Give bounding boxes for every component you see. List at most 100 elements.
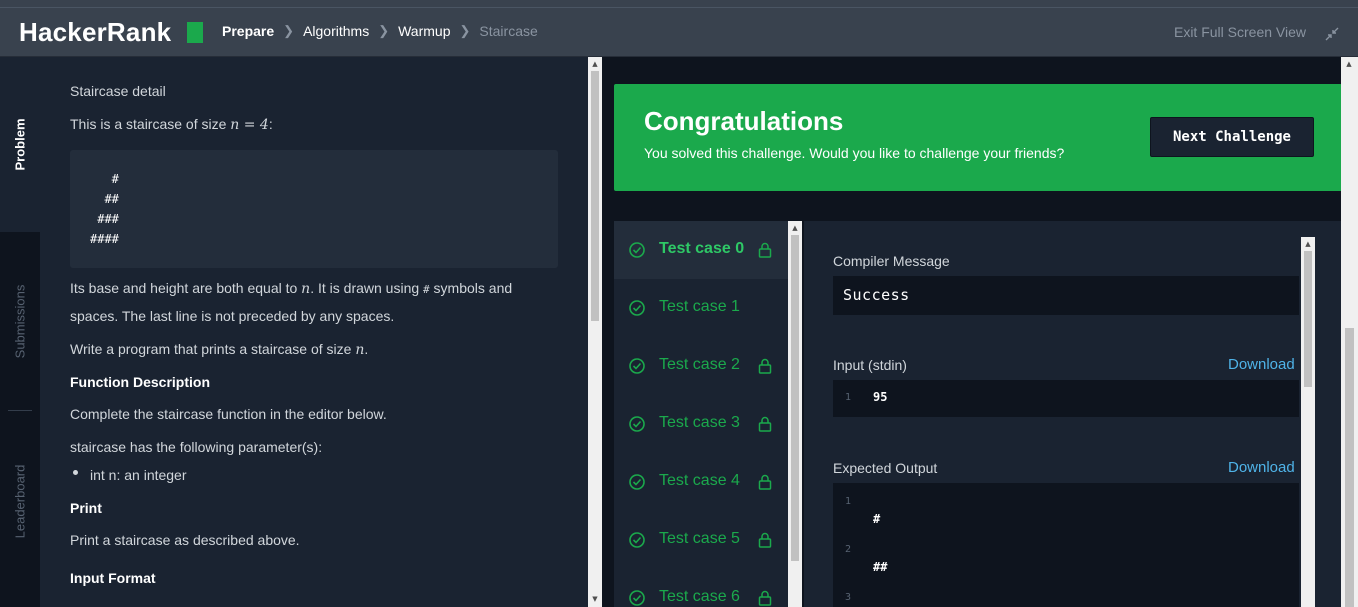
compiler-message-label: Compiler Message <box>833 253 950 269</box>
intro-math: n = 4 <box>230 117 269 133</box>
line-number: 3 <box>844 592 852 603</box>
chevron-right-icon: ❯ <box>283 23 295 38</box>
test-case-label: Test case 0 <box>659 240 745 257</box>
download-expected-link[interactable]: Download <box>1228 459 1295 476</box>
function-text: Complete the staircase function in the e… <box>70 406 387 422</box>
window-top-edge <box>0 0 1358 8</box>
compiler-message-box: Success <box>833 276 1299 315</box>
breadcrumb-algorithms[interactable]: Algorithms <box>303 23 369 39</box>
next-challenge-button[interactable]: Next Challenge <box>1150 117 1314 157</box>
scroll-thumb[interactable] <box>591 71 599 321</box>
write-prefix: Write a program that prints a staircase … <box>70 341 356 357</box>
scroll-up-icon[interactable]: ▲ <box>1344 60 1354 68</box>
test-case-scrollbar[interactable]: ▲ <box>788 221 802 607</box>
hash-symbol: # <box>423 283 430 296</box>
exit-full-screen-link[interactable]: Exit Full Screen View <box>1174 24 1306 40</box>
breadcrumb-prepare[interactable]: Prepare <box>222 23 274 39</box>
test-case-2[interactable]: Test case 2 <box>614 337 788 395</box>
scroll-thumb[interactable] <box>791 235 799 561</box>
problem-scrollbar[interactable]: ▲ ▼ <box>588 57 602 607</box>
tab-submissions[interactable]: Submissions <box>0 232 40 410</box>
print-heading: Print <box>70 500 102 516</box>
hackerrank-logo[interactable]: HackerRank <box>19 17 171 48</box>
scroll-up-icon[interactable]: ▲ <box>790 224 800 232</box>
test-case-0[interactable]: Test case 0 <box>614 221 788 279</box>
input-line: 95 <box>873 390 888 404</box>
bullet-icon <box>73 470 78 475</box>
side-tabs: Problem Submissions Leaderboard <box>0 57 40 607</box>
test-case-4[interactable]: Test case 4 <box>614 453 788 511</box>
base-math: n <box>301 281 311 297</box>
scroll-up-icon[interactable]: ▲ <box>1303 240 1313 248</box>
test-case-label: Test case 2 <box>659 356 740 373</box>
line-number: 1 <box>844 496 852 507</box>
write-text: Write a program that prints a staircase … <box>70 335 558 364</box>
line-number: 1 <box>844 392 852 403</box>
params-text: staircase has the following parameter(s)… <box>70 439 323 455</box>
check-circle-icon <box>629 358 645 374</box>
function-heading: Function Description <box>70 374 210 390</box>
tab-problem-label: Problem <box>12 118 28 171</box>
expected-line: # <box>873 512 881 526</box>
check-circle-icon <box>629 300 645 316</box>
output-scrollbar[interactable]: ▲ <box>1301 237 1315 607</box>
test-case-3[interactable]: Test case 3 <box>614 395 788 453</box>
lock-icon <box>758 590 772 606</box>
input-format-heading: Input Format <box>70 570 156 586</box>
test-case-1[interactable]: Test case 1 <box>614 279 788 337</box>
tab-leaderboard[interactable]: Leaderboard <box>0 411 40 591</box>
logo-square-icon <box>187 22 203 43</box>
base-text-3: symbols and <box>429 280 513 296</box>
staircase-example: # ## ### #### <box>70 150 558 268</box>
test-case-label: Test case 4 <box>659 472 740 489</box>
write-math: n <box>355 342 365 358</box>
expected-output-box: 1 # 2 ## 3 <box>833 483 1299 607</box>
line-number: 2 <box>844 544 852 555</box>
test-case-list: Test case 0 Test case 1 Test case 2 Test… <box>614 221 802 607</box>
expected-output-label: Expected Output <box>833 460 938 476</box>
banner-subtitle: You solved this challenge. Would you lik… <box>644 145 1065 161</box>
chevron-right-icon: ❯ <box>459 23 471 38</box>
base-text-1: Its base and height are both equal to <box>70 280 302 296</box>
test-case-label: Test case 6 <box>659 588 740 605</box>
input-stdin-box: 1 95 <box>833 380 1299 417</box>
check-circle-icon <box>629 474 645 490</box>
page-scrollbar[interactable]: ▲ <box>1341 57 1358 607</box>
test-case-label: Test case 3 <box>659 414 740 431</box>
check-circle-icon <box>629 590 645 606</box>
lock-icon <box>758 358 772 374</box>
base-text-line-2: spaces. The last line is not preceded by… <box>70 308 395 324</box>
results-panel: Congratulations You solved this challeng… <box>604 57 1341 607</box>
test-case-5[interactable]: Test case 5 <box>614 511 788 569</box>
check-circle-icon <box>629 532 645 548</box>
tab-problem[interactable]: Problem <box>0 57 40 232</box>
scroll-thumb[interactable] <box>1345 328 1354 607</box>
intro-suffix: : <box>268 116 273 132</box>
intro-prefix: This is a staircase of size <box>70 116 231 132</box>
tab-submissions-label: Submissions <box>12 284 28 358</box>
test-case-6[interactable]: Test case 6 <box>614 569 788 607</box>
problem-panel: Staircase detail This is a staircase of … <box>40 57 588 607</box>
banner-title: Congratulations <box>644 106 844 136</box>
success-banner: Congratulations You solved this challeng… <box>614 84 1341 191</box>
output-panel: Compiler Message Success Input (stdin) D… <box>804 221 1341 607</box>
breadcrumb-staircase: Staircase <box>479 23 538 39</box>
lock-icon <box>758 474 772 490</box>
lock-icon <box>758 242 772 258</box>
collapse-icon[interactable] <box>1324 26 1340 42</box>
param-item: int n: an integer <box>90 467 187 483</box>
code-line: # <box>90 172 119 186</box>
print-text: Print a staircase as described above. <box>70 532 300 548</box>
scroll-down-icon[interactable]: ▼ <box>590 595 600 603</box>
lock-icon <box>758 532 772 548</box>
scroll-thumb[interactable] <box>1304 251 1312 387</box>
test-case-label: Test case 5 <box>659 530 740 547</box>
base-text-2: . It is drawn using <box>310 280 424 296</box>
breadcrumb-warmup[interactable]: Warmup <box>398 23 450 39</box>
download-input-link[interactable]: Download <box>1228 356 1295 373</box>
base-text: Its base and height are both equal to n.… <box>70 274 558 304</box>
test-case-label: Test case 1 <box>659 298 740 315</box>
intro-text: This is a staircase of size n = 4: <box>70 110 558 139</box>
scroll-up-icon[interactable]: ▲ <box>590 60 600 68</box>
breadcrumb: Prepare ❯ Algorithms ❯ Warmup ❯ Staircas… <box>222 23 538 39</box>
